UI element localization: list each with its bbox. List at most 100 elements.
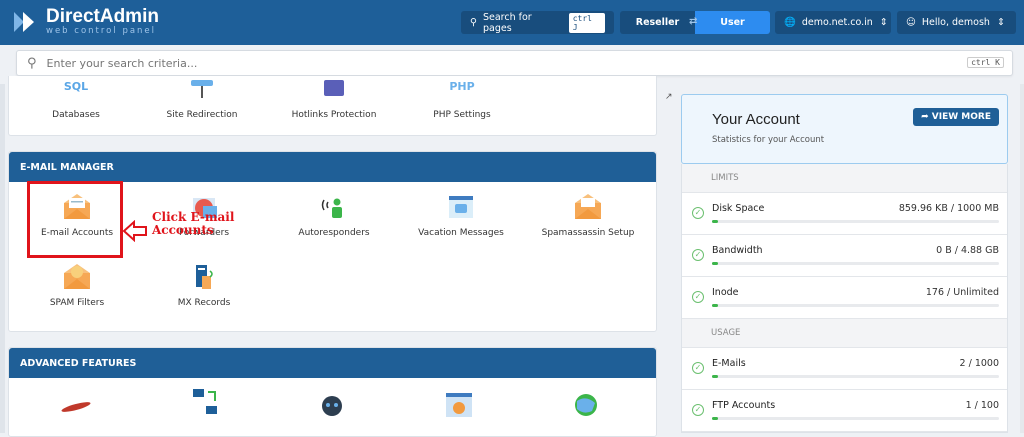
user-greeting: Hello, demosh [921, 17, 990, 28]
check-circle-icon: ✓ [692, 291, 704, 303]
search-input[interactable] [46, 56, 927, 70]
swap-icon: ⇄ [689, 16, 698, 27]
user-icon: ☺ [906, 17, 916, 28]
stat-name: FTP Accounts [712, 400, 776, 411]
search-icon: ⚲ [470, 17, 477, 28]
view-more-label: VIEW MORE [931, 112, 991, 122]
progress-fill [712, 375, 718, 378]
progress-bar [712, 262, 999, 265]
item-label: Databases [52, 110, 100, 120]
sidebar-edge [0, 84, 5, 433]
spam-filters-item[interactable]: SPAM Filters [17, 264, 137, 308]
usage-heading: USAGE [682, 319, 1007, 348]
hotlink-icon [319, 80, 349, 98]
autoresponders-item[interactable]: Autoresponders [274, 194, 394, 238]
vacation-messages-item[interactable]: Vacation Messages [401, 194, 521, 238]
reseller-mode-button[interactable]: Reseller [620, 11, 695, 34]
account-subtitle: Statistics for your Account [712, 135, 825, 145]
item-label: SPAM Filters [49, 298, 105, 308]
view-more-button[interactable]: ➦ VIEW MORE [913, 108, 999, 126]
item-label: Hotlinks Protection [291, 110, 377, 120]
stat-value: 1 / 100 [965, 400, 999, 411]
check-circle-icon: ✓ [692, 404, 704, 416]
stat-row-inode: ✓ Inode 176 / Unlimited [682, 277, 1007, 319]
item-label: MX Records [177, 298, 231, 308]
section-title: ADVANCED FEATURES [9, 348, 656, 378]
item-label: Spamassassin Setup [541, 228, 635, 238]
stat-value: 2 / 1000 [959, 358, 999, 369]
mx-records-item[interactable]: MX Records [144, 264, 264, 308]
check-circle-icon: ✓ [692, 207, 704, 219]
autoresponder-icon [319, 194, 349, 220]
search-icon: ⚲ [27, 55, 37, 71]
check-circle-icon: ✓ [692, 249, 704, 261]
progress-fill [712, 304, 718, 307]
item-label: Vacation Messages [418, 228, 504, 238]
vacation-icon [446, 194, 476, 220]
globe-transfer-icon[interactable] [572, 391, 600, 419]
spam-filter-icon [62, 264, 92, 290]
stat-name: Inode [712, 287, 739, 298]
progress-bar [712, 375, 999, 378]
search-pages-button[interactable]: ⚲ Search for pages ctrl J [461, 11, 614, 34]
account-title: Your Account [712, 111, 800, 128]
sql-icon: SQL [63, 80, 89, 93]
item-label: Autoresponders [298, 228, 370, 238]
spamassassin-setup-item[interactable]: Spamassassin Setup [528, 194, 648, 238]
progress-fill [712, 417, 718, 420]
user-menu[interactable]: ☺ Hello, demosh ⇕ [897, 11, 1016, 34]
blocked-window-icon[interactable] [445, 392, 473, 418]
hotlinks-protection-item[interactable]: Hotlinks Protection [274, 80, 394, 120]
stat-row-bandwidth: ✓ Bandwidth 0 B / 4.88 GB [682, 235, 1007, 277]
brand-name: DirectAdmin [46, 6, 159, 27]
limits-heading: LIMITS [682, 164, 1007, 193]
scrollbar[interactable] [1020, 84, 1024, 433]
progress-bar [712, 417, 999, 420]
section-title: E-MAIL MANAGER [9, 152, 656, 182]
share-icon: ➦ [921, 112, 932, 122]
php-settings-item[interactable]: PHP PHP Settings [402, 80, 522, 120]
search-shortcut: ctrl K [967, 57, 1004, 68]
progress-fill [712, 220, 718, 223]
progress-fill [712, 262, 718, 265]
item-label: PHP Settings [433, 110, 491, 120]
account-stats: LIMITS ✓ Disk Space 859.96 KB / 1000 MB … [681, 164, 1008, 433]
stat-name: Disk Space [712, 203, 765, 214]
robot-icon[interactable] [319, 393, 345, 419]
stat-row-ftp: ✓ FTP Accounts 1 / 100 [682, 390, 1007, 432]
directadmin-logo[interactable]: DirectAdmin web control panel [12, 7, 159, 36]
apache-feather-icon[interactable] [60, 400, 92, 414]
stat-value: 0 B / 4.88 GB [936, 245, 999, 256]
mx-records-icon [189, 264, 219, 290]
search-pages-label: Search for pages [482, 11, 532, 34]
databases-item[interactable]: SQL Databases [16, 80, 136, 120]
globe-icon: 🌐 [784, 17, 796, 28]
arrow-left-icon [122, 219, 148, 245]
mode-switch[interactable]: Reseller User ⇄ [620, 11, 770, 34]
redirect-icon [187, 80, 217, 98]
stat-value: 176 / Unlimited [925, 287, 999, 298]
global-search[interactable]: ⚲ ctrl K [16, 50, 1013, 76]
check-circle-icon: ✓ [692, 362, 704, 374]
site-redirection-item[interactable]: Site Redirection [142, 80, 262, 120]
stat-value: 859.96 KB / 1000 MB [898, 203, 999, 214]
php-icon: PHP [449, 80, 475, 93]
stat-name: Bandwidth [712, 245, 763, 256]
top-navbar: DirectAdmin web control panel ⚲ Search f… [0, 0, 1024, 45]
domain-name: demo.net.co.in [801, 17, 873, 28]
search-pages-shortcut: ctrl J [568, 12, 605, 33]
collapse-icon[interactable]: ↗ [665, 92, 673, 102]
item-label: Site Redirection [166, 110, 238, 120]
brand-tagline: web control panel [46, 26, 157, 36]
domain-selector[interactable]: 🌐 demo.net.co.in ⇕ [775, 11, 891, 34]
progress-bar [712, 220, 999, 223]
progress-bar [712, 304, 999, 307]
account-card: Your Account Statistics for your Account… [681, 94, 1008, 164]
annotation-text: Click E-mail Accounts [152, 210, 235, 237]
stat-row-disk: ✓ Disk Space 859.96 KB / 1000 MB [682, 193, 1007, 235]
stat-row-emails: ✓ E-Mails 2 / 1000 [682, 348, 1007, 390]
network-icon[interactable] [190, 388, 220, 416]
highlight-box [27, 181, 123, 258]
user-mode-button[interactable]: User [695, 11, 770, 34]
extra-features-panel: SQL Databases Site Redirection Hotlinks … [8, 76, 657, 136]
